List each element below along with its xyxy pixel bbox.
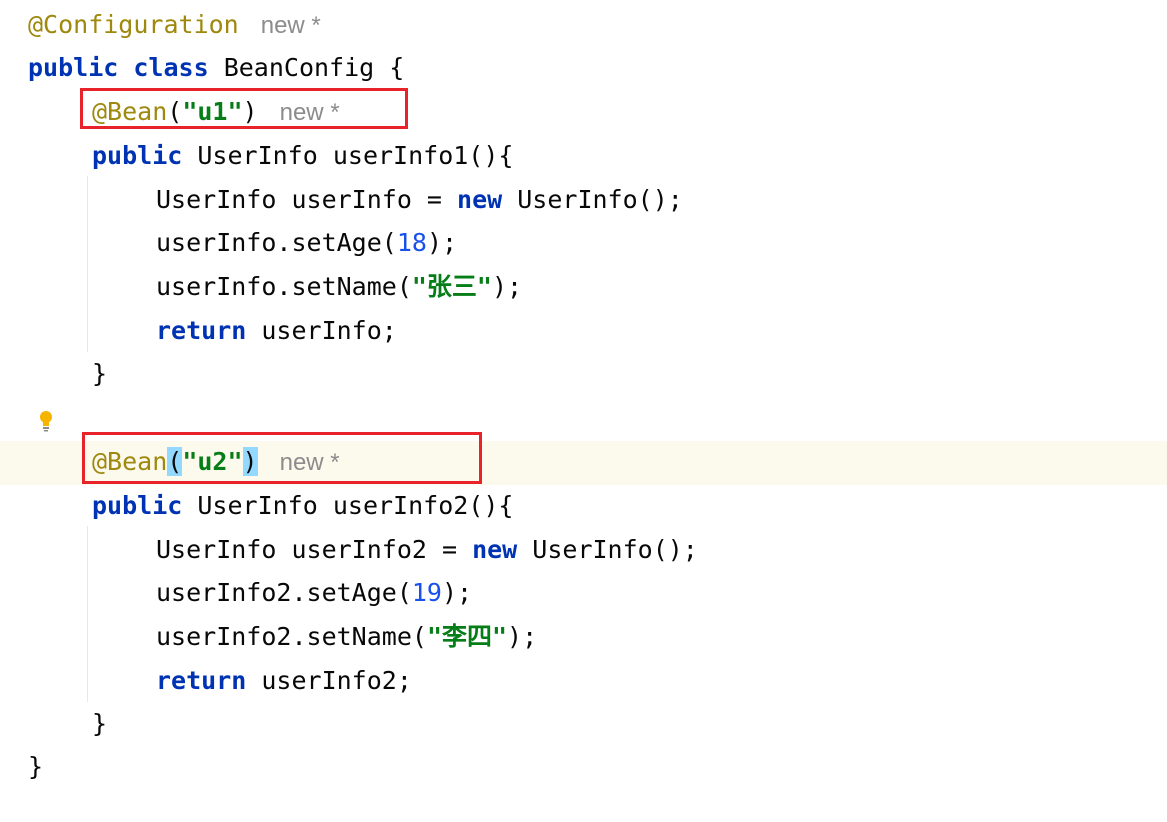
code-line-8[interactable]: return userInfo; [156, 309, 397, 353]
code-line-3[interactable]: @Bean("u1") new * [92, 90, 340, 134]
code-line-4[interactable]: public UserInfo userInfo1(){ [92, 134, 513, 178]
closing-brace: } [92, 359, 108, 388]
code-line-18[interactable]: } [28, 745, 43, 789]
annotation-bean: @Bean [92, 447, 168, 476]
usage-hint[interactable]: new * [261, 12, 321, 39]
code-line-1[interactable]: @Configuration new * [28, 3, 321, 47]
annotation-bean: @Bean [92, 97, 168, 126]
keyword-public: public [28, 53, 119, 82]
number-literal: 18 [396, 228, 427, 257]
code-line-2[interactable]: public class BeanConfig { [28, 46, 404, 90]
code-line-5[interactable]: UserInfo userInfo = new UserInfo(); [156, 178, 683, 222]
code-line-9[interactable]: } [92, 352, 107, 396]
keyword-new: new [457, 185, 503, 214]
method-signature: UserInfo userInfo1(){ [197, 141, 514, 170]
code-line-6[interactable]: userInfo.setAge(18); [156, 221, 457, 265]
code-line-15[interactable]: userInfo2.setName("李四"); [156, 615, 537, 659]
code-line-16[interactable]: return userInfo2; [156, 659, 412, 703]
indent-guide [87, 526, 88, 702]
keyword-class: class [133, 53, 209, 82]
closing-brace: } [28, 752, 44, 781]
keyword-new: new [472, 535, 518, 564]
annotation-configuration: @Configuration [28, 10, 239, 39]
number-literal: 19 [411, 578, 442, 607]
closing-brace: } [92, 709, 108, 738]
string-literal: "张三" [411, 272, 492, 301]
keyword-public: public [92, 141, 183, 170]
code-line-12[interactable]: public UserInfo userInfo2(){ [92, 484, 513, 528]
code-editor[interactable]: @Configuration new * public class BeanCon… [0, 0, 1167, 822]
usage-hint[interactable]: new * [280, 449, 340, 476]
matched-paren-open: ( [167, 447, 183, 476]
code-line-17[interactable]: } [92, 702, 107, 746]
editor-gutter [0, 0, 22, 822]
keyword-return: return [156, 666, 247, 695]
method-signature: UserInfo userInfo2(){ [197, 491, 514, 520]
keyword-return: return [156, 316, 247, 345]
class-name: BeanConfig { [223, 53, 405, 82]
code-line-14[interactable]: userInfo2.setAge(19); [156, 571, 472, 615]
usage-hint[interactable]: new * [280, 99, 340, 126]
code-line-11[interactable]: @Bean("u2") new * [92, 440, 340, 484]
matched-paren-close: ) [242, 447, 258, 476]
bean-name-string: "u2" [182, 447, 243, 476]
indent-guide [87, 176, 88, 352]
code-line-13[interactable]: UserInfo userInfo2 = new UserInfo(); [156, 528, 698, 572]
string-literal: "李四" [426, 622, 508, 651]
code-line-7[interactable]: userInfo.setName("张三"); [156, 265, 522, 309]
bean-name-string: "u1" [182, 97, 243, 126]
lightbulb-icon[interactable] [38, 410, 54, 432]
keyword-public: public [92, 491, 183, 520]
